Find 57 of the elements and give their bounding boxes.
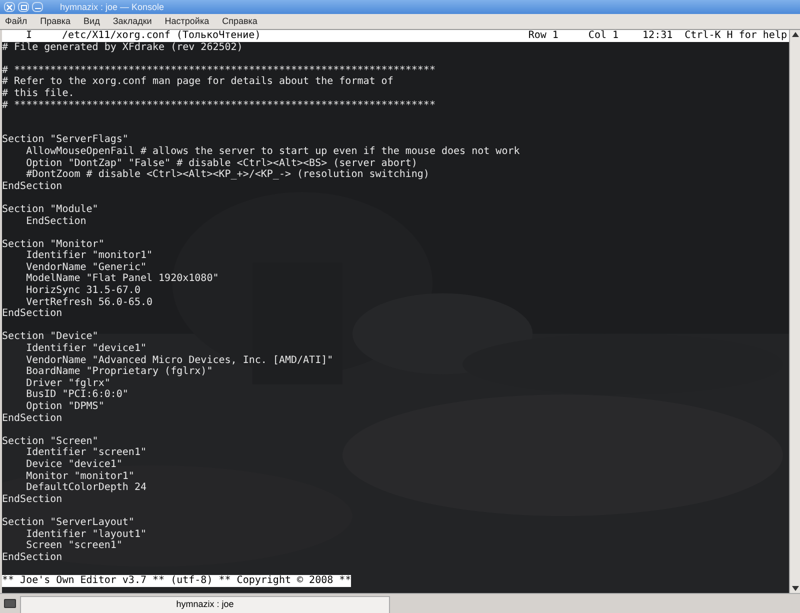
- maximize-icon[interactable]: [18, 2, 29, 12]
- code-line: Section "ServerLayout": [2, 516, 134, 529]
- menu-item[interactable]: Правка: [40, 14, 71, 28]
- code-line: HorizSync 31.5-67.0: [25, 285, 140, 297]
- code-line: Option "DPMS": [25, 401, 104, 413]
- code-line: VertRefresh 56.0-65.0: [25, 296, 153, 308]
- code-line: Section "Module": [2, 204, 98, 216]
- clock-time: 12:31: [642, 30, 673, 42]
- code-line: # File generated by XFdrake (rev 262502): [2, 42, 243, 54]
- code-line: EndSection: [2, 180, 62, 192]
- session-tab[interactable]: hymnazix : joe: [20, 596, 390, 613]
- mode-label: I: [26, 30, 32, 42]
- code-line: EndSection: [2, 552, 62, 564]
- code-line: Monitor "monitor1": [25, 470, 134, 482]
- code-line: Section "Device": [2, 331, 98, 343]
- code-line: # **********************************************************************: [2, 64, 436, 76]
- scroll-down-icon[interactable]: [792, 586, 798, 591]
- code-line: Section "ServerFlags": [2, 134, 128, 146]
- file-name: /etc/X11/xorg.conf (ТолькоЧтение): [62, 30, 261, 42]
- code-line: # **********************************************************************: [2, 100, 436, 112]
- code-line: VendorName "Generic": [25, 262, 146, 273]
- code-line: Identifier "device1": [25, 343, 146, 355]
- code-line: # Refer to the xorg.conf man page for details about the format of: [2, 76, 394, 88]
- code-line: Driver "fglrx": [25, 378, 110, 390]
- code-line: #DontZoom # disable <Ctrl><Alt><KP_+>/<KP_-> (resolution switching): [25, 169, 430, 181]
- code-line: ModelName "Flat Panel 1920x1080": [25, 273, 219, 285]
- code-line: BusID "PCI:6:0:0": [25, 389, 128, 401]
- menu-item[interactable]: Файл: [5, 14, 28, 28]
- code-line: # this file.: [2, 88, 74, 100]
- code-line: VendorName "Advanced Micro Devices, Inc. [AMD/ATI]": [25, 354, 334, 366]
- code-line: Identifier "screen1": [25, 447, 146, 459]
- code-line: DefaultColorDepth 24: [25, 482, 146, 494]
- code-line: EndSection: [2, 308, 62, 320]
- column-indicator: Col 1: [588, 30, 619, 42]
- code-line: Section "Screen": [2, 436, 98, 447]
- terminal-icon: [4, 599, 16, 608]
- code-line: BoardName "Proprietary (fglrx)": [25, 366, 213, 378]
- menu-item[interactable]: Закладки: [112, 14, 152, 28]
- menu-item[interactable]: Настройка: [164, 14, 210, 28]
- menu-item[interactable]: Вид: [84, 14, 100, 28]
- code-line: Device "device1": [25, 458, 122, 471]
- code-line: Section "Monitor": [2, 238, 104, 250]
- code-line: Screen "screen1": [25, 540, 122, 552]
- window-title: hymnazix : joe — Konsole: [60, 2, 164, 12]
- code-line: Option "DontZap" "False" # disable <Ctrl><Alt><BS> (server abort): [25, 158, 418, 169]
- code-line: Identifier "layout1": [25, 528, 146, 540]
- scroll-up-icon[interactable]: [792, 32, 798, 37]
- row-indicator: Row 1: [528, 30, 558, 42]
- code-line: Identifier "monitor1": [25, 250, 153, 262]
- code-line: EndSection: [25, 216, 86, 228]
- minimize-icon[interactable]: [32, 2, 43, 12]
- code-line: EndSection: [2, 494, 62, 506]
- help-hint: Ctrl-K H for help: [684, 30, 787, 42]
- menu-item[interactable]: Справка: [222, 14, 258, 28]
- close-icon[interactable]: [4, 2, 15, 12]
- code-line: AllowMouseOpenFail # allows the server to start up even if the mouse does not work: [25, 146, 520, 158]
- code-line: EndSection: [2, 412, 62, 424]
